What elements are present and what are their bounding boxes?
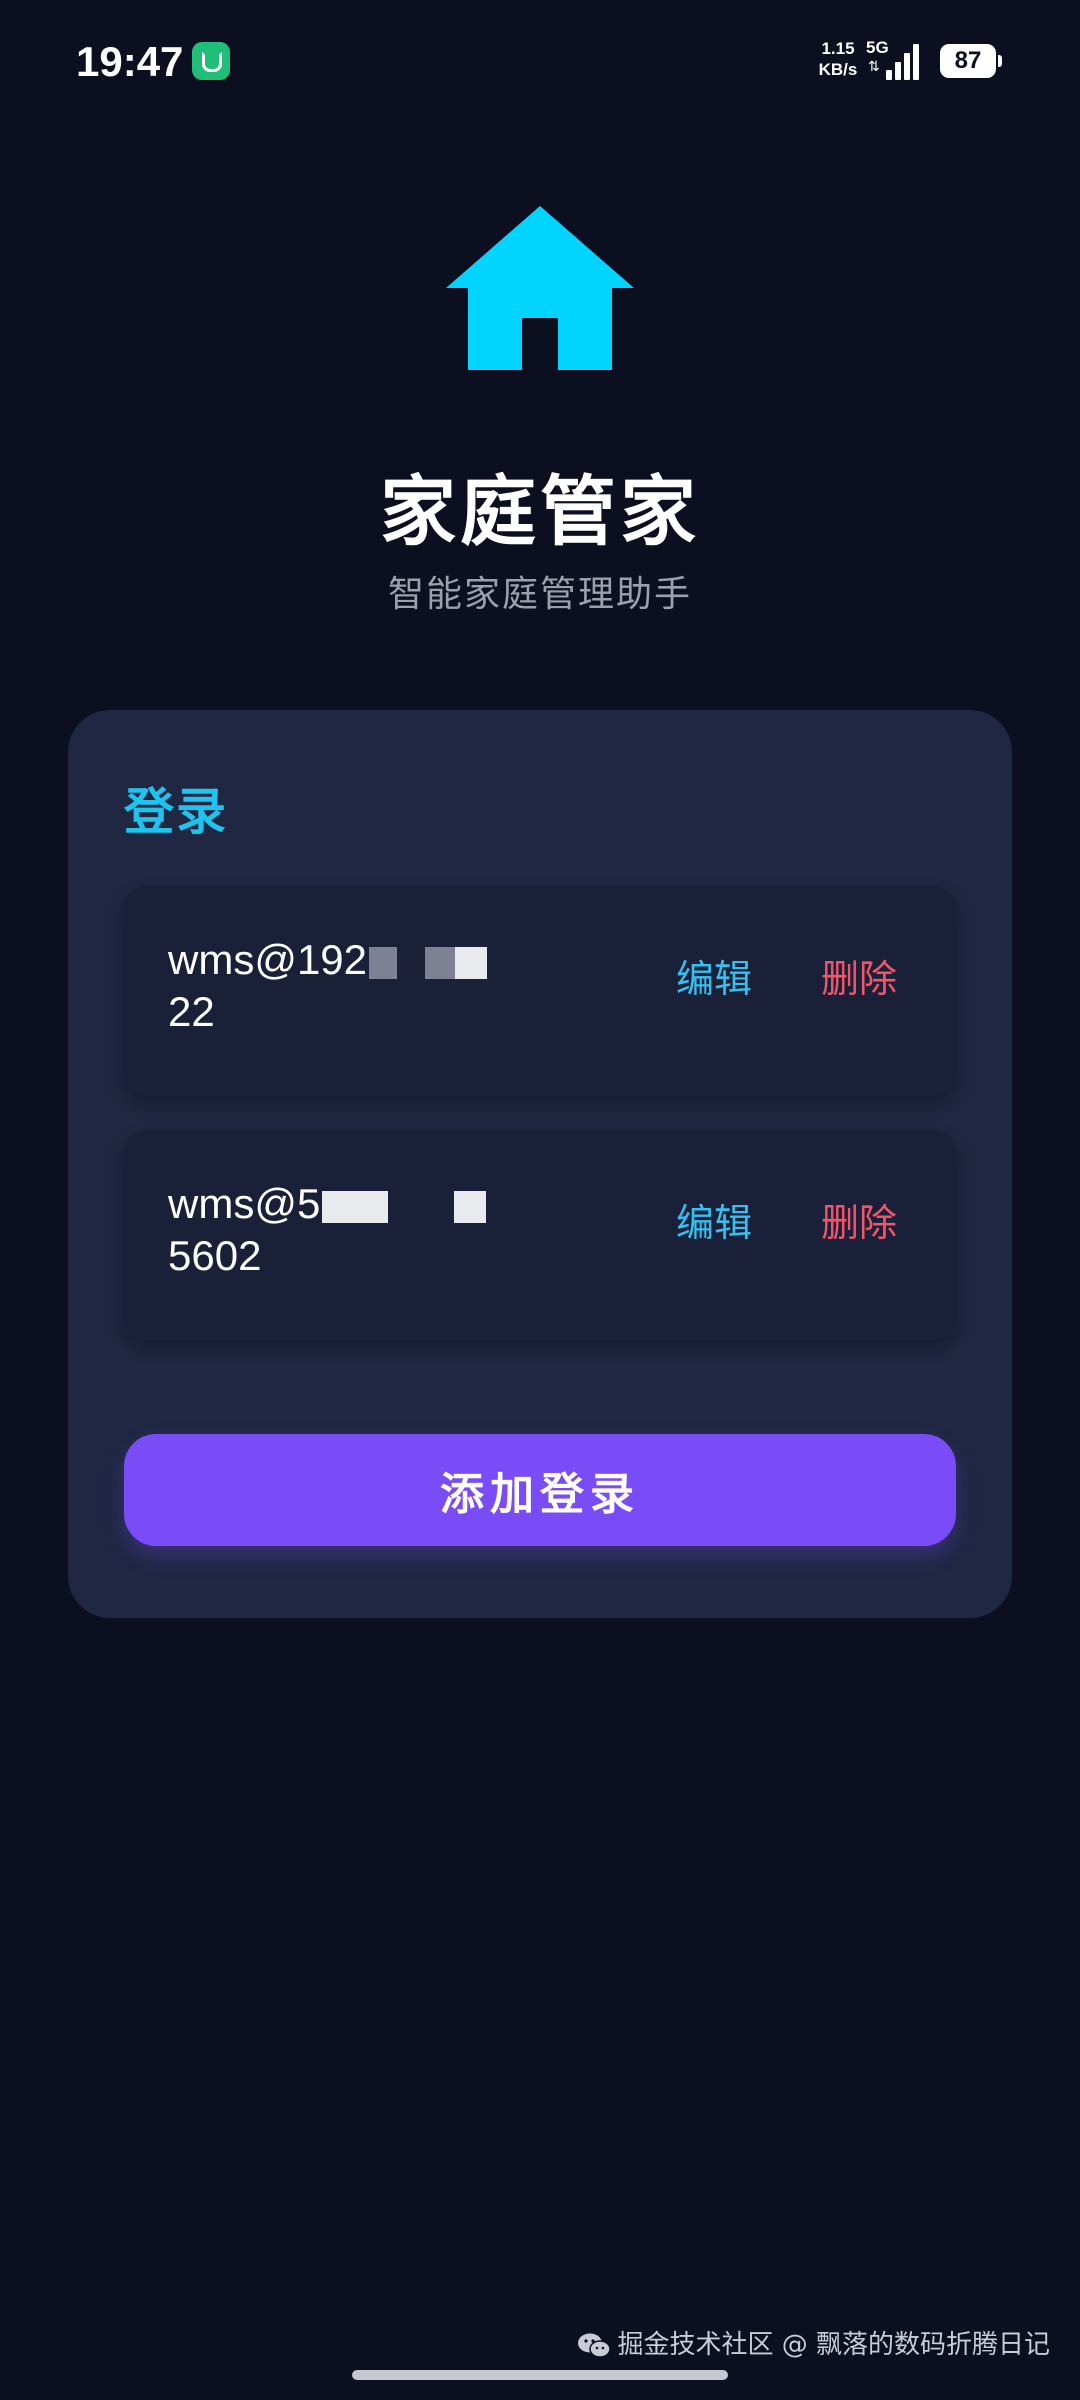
login-address-line1: wms@192 xyxy=(168,936,368,983)
delete-button[interactable]: 删除 xyxy=(821,1192,897,1247)
login-heading: 登录 xyxy=(124,783,228,841)
app-subtitle: 智能家庭管理助手 xyxy=(387,574,692,615)
redaction-block xyxy=(322,1190,389,1223)
login-address-line1: wms@5 xyxy=(168,1180,321,1227)
delete-button[interactable]: 删除 xyxy=(821,948,897,1003)
login-address-line2: 5602 xyxy=(168,1232,262,1279)
data-transfer-icon: ⇅ xyxy=(868,59,880,75)
login-address: wms@192 22 xyxy=(168,934,648,1038)
edit-button[interactable]: 编辑 xyxy=(676,1192,752,1247)
login-address-line2: 22 xyxy=(168,988,215,1035)
redaction-block xyxy=(455,946,488,979)
redaction-block xyxy=(369,946,398,979)
app-notification-icon xyxy=(192,42,230,80)
status-time: 19:47 xyxy=(76,38,184,85)
wechat-icon xyxy=(578,2333,612,2358)
home-icon xyxy=(446,206,634,370)
login-item[interactable]: wms@5 5602 编辑 删除 xyxy=(124,1130,956,1340)
network-speed: 1.15 KB/s xyxy=(818,39,858,79)
login-item[interactable]: wms@192 22 编辑 删除 xyxy=(124,886,956,1096)
battery-level: 87 xyxy=(954,47,982,74)
login-address: wms@5 5602 xyxy=(168,1178,648,1282)
add-login-button[interactable]: 添加登录 xyxy=(124,1434,956,1546)
status-bar: 19:47 1.15 KB/s 5G ⇅ 87 xyxy=(0,0,1080,130)
login-card: 登录 wms@192 22 编辑 删除 wms@5 5602 编辑 删除 添加登… xyxy=(68,710,1012,1618)
signal-icon xyxy=(886,42,926,80)
watermark: 掘金技术社区 @ 飘落的数码折腾日记 xyxy=(577,2324,1050,2361)
edit-button[interactable]: 编辑 xyxy=(676,948,752,1003)
navigation-gesture-bar[interactable] xyxy=(352,2370,728,2380)
battery-icon: 87 xyxy=(940,44,1002,78)
app-title: 家庭管家 xyxy=(380,467,700,556)
redaction-block xyxy=(454,1190,487,1223)
redaction-block xyxy=(425,946,456,979)
watermark-text: 掘金技术社区 @ 飘落的数码折腾日记 xyxy=(617,2330,1050,2360)
